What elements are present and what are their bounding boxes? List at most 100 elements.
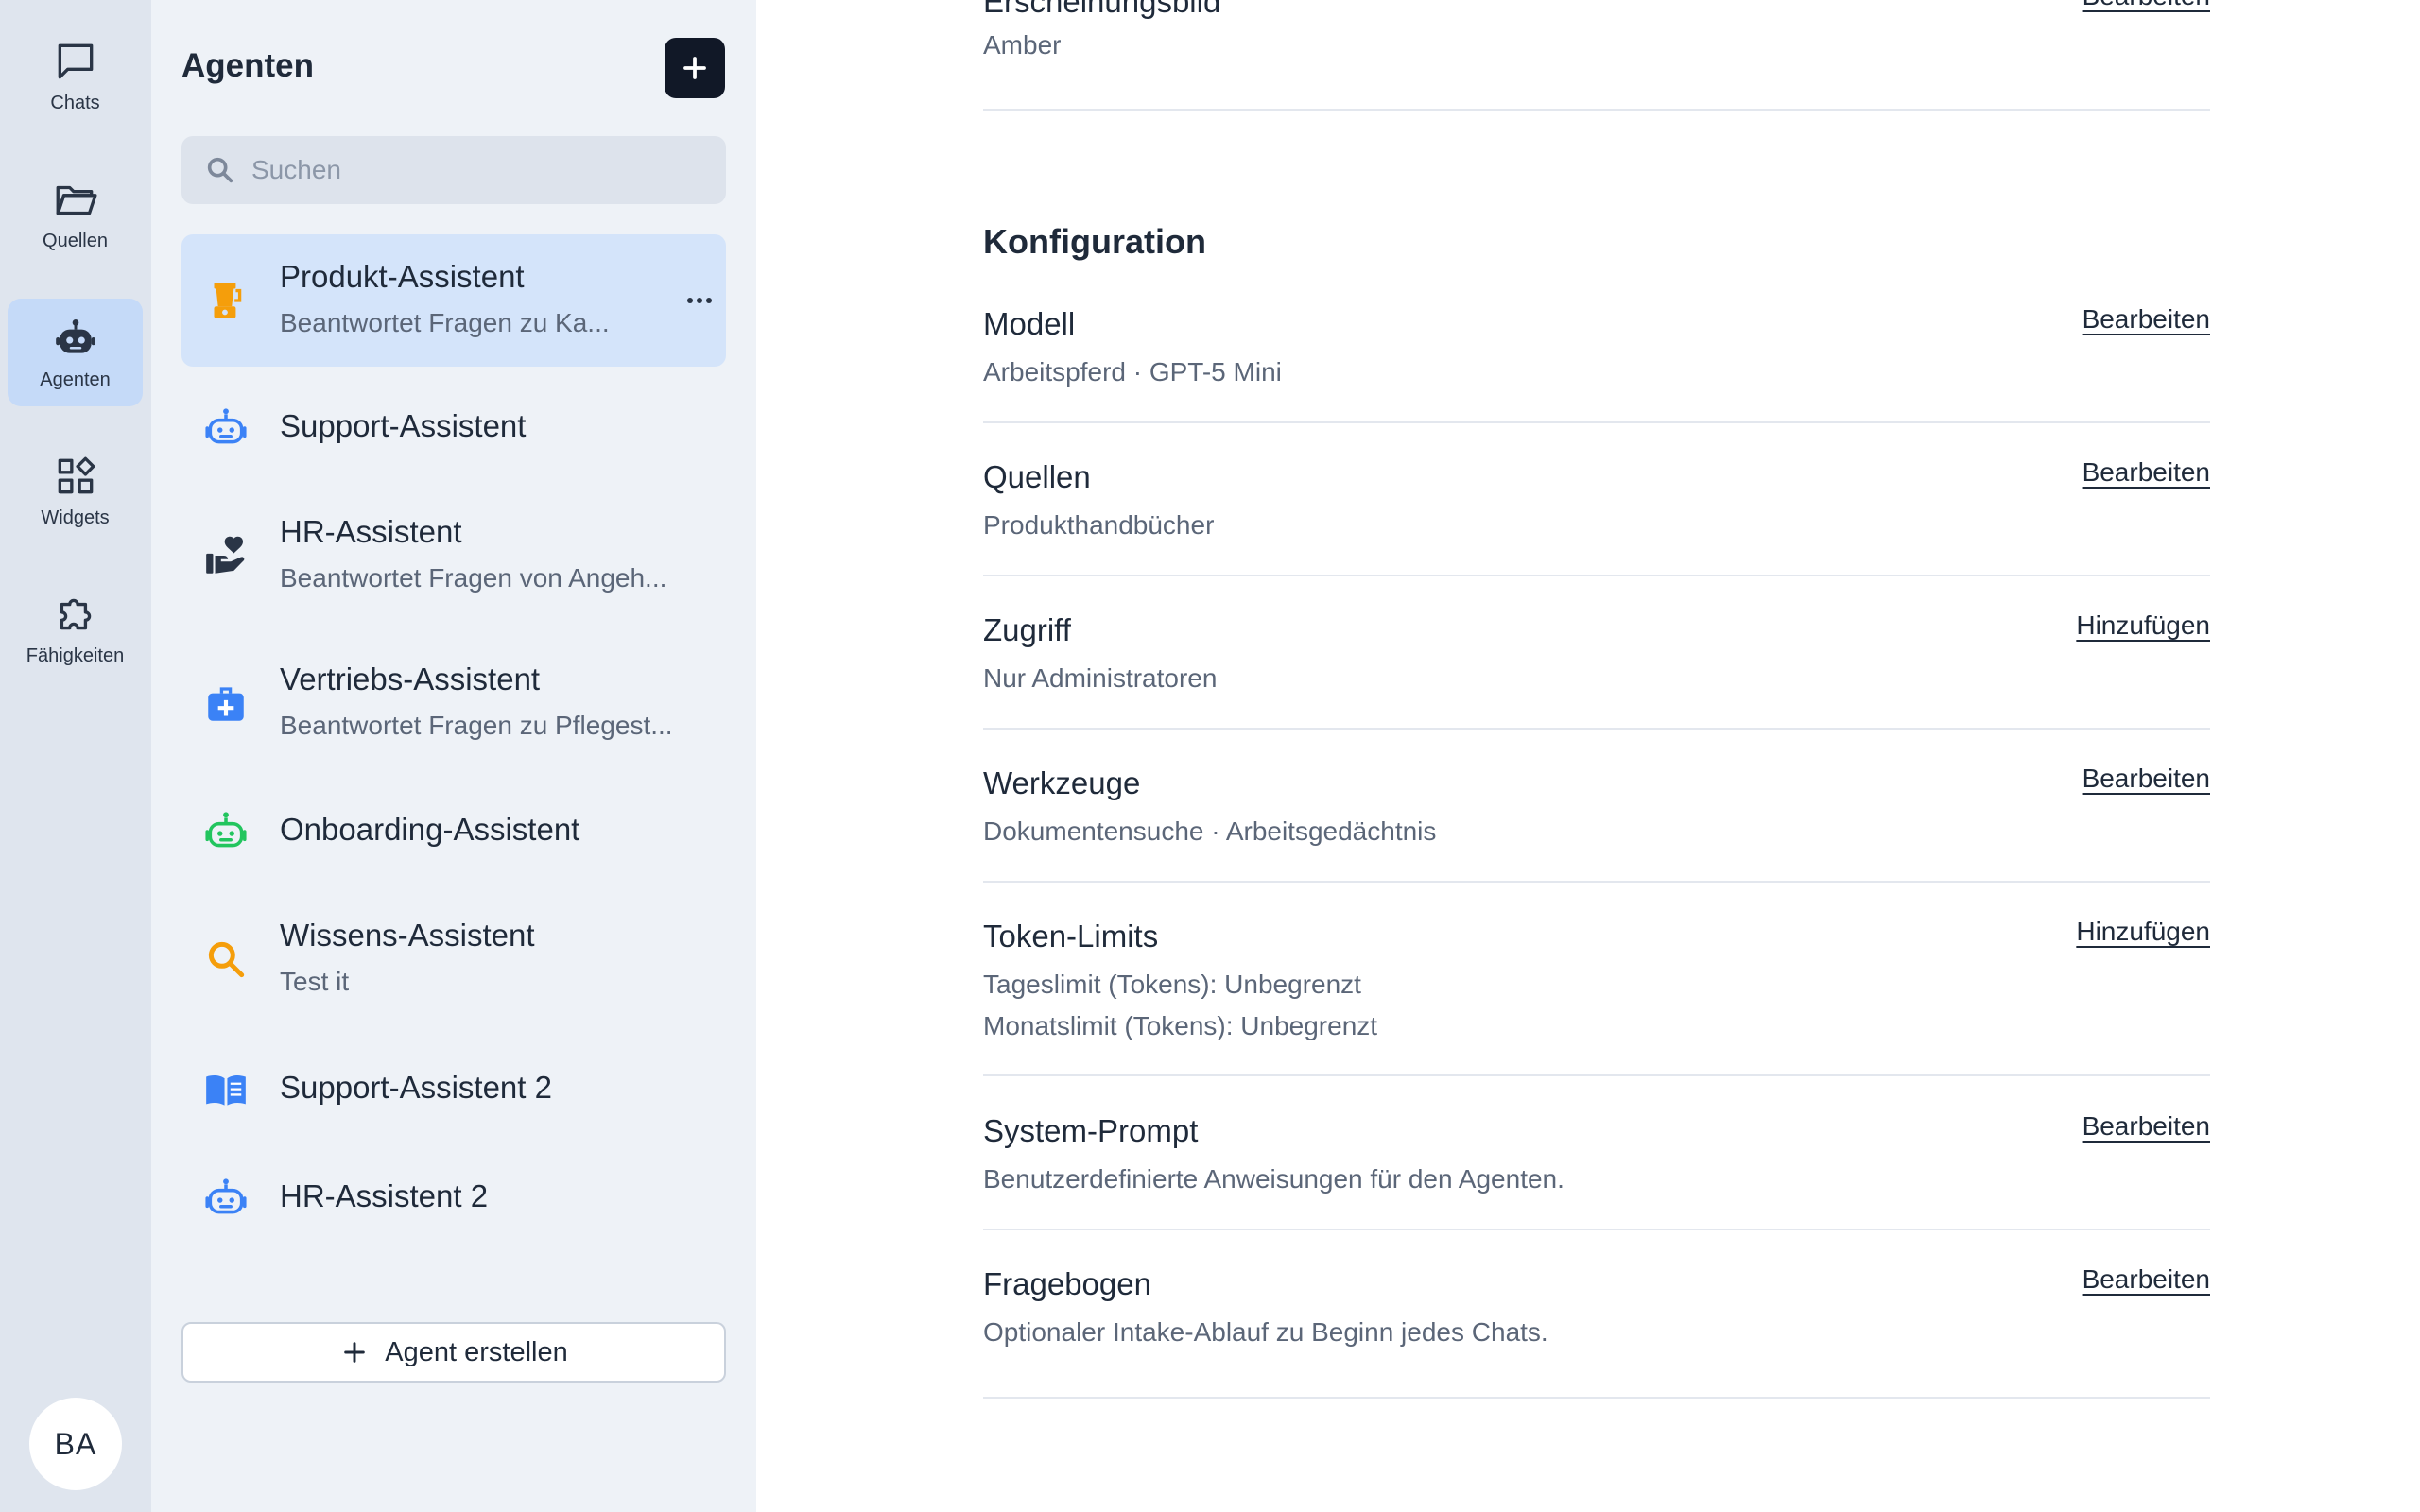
divider (983, 109, 2210, 111)
section-title: Konfiguration (983, 222, 1206, 261)
agent-search (182, 136, 726, 204)
plus-icon (344, 1342, 366, 1363)
rail-label: Widgets (41, 507, 110, 528)
agent-icon (202, 1066, 250, 1113)
agent-description: Beantwortet Fragen zu Ka... (280, 308, 610, 337)
search-icon (208, 941, 245, 978)
chat-icon (58, 43, 93, 78)
robot-icon (55, 318, 95, 353)
rail-label: Chats (50, 92, 100, 113)
row-value: Nur Administratoren (983, 663, 1218, 693)
agent-icon (202, 936, 250, 983)
agent-icon (202, 277, 250, 324)
search-input[interactable] (251, 155, 705, 185)
book-icon (206, 1075, 246, 1106)
agent-name: Support-Assistent (280, 408, 527, 443)
row-label: Werkzeuge (983, 765, 1141, 800)
agent-item-support-assistent[interactable]: Support-Assistent (182, 381, 726, 475)
agent-settings: Erscheinungsbild Bearbeiten Amber Konfig… (756, 0, 2420, 1512)
rail-label: Quellen (43, 230, 108, 251)
divider (983, 575, 2210, 576)
row-label: System-Prompt (983, 1113, 1199, 1148)
agent-name: Wissens-Assistent (280, 918, 535, 953)
row-value: Dokumentensuche · Arbeitsgedächtnis (983, 816, 1437, 846)
edit-sources-button[interactable]: Bearbeiten (2083, 457, 2210, 488)
row-label: Quellen (983, 459, 1091, 494)
row-label: Zugriff (983, 612, 1071, 647)
agent-item-hr-assistent[interactable]: HR-Assistent Beantwortet Fragen von Ange… (182, 490, 726, 622)
agent-icon (202, 1175, 250, 1222)
hand-heart-icon (206, 536, 245, 574)
agent-name: HR-Assistent 2 (280, 1178, 489, 1213)
robot-icon (205, 408, 247, 444)
row-value: Amber (983, 30, 1062, 60)
divider (983, 421, 2210, 423)
agent-item-support-assistent-2[interactable]: Support-Assistent 2 (182, 1042, 726, 1137)
row-label: Modell (983, 306, 1076, 341)
medical-bag-icon (208, 687, 244, 721)
rail-item-chats[interactable]: Chats (8, 22, 143, 129)
agent-icon (202, 679, 250, 727)
agents-panel: Agenten Produkt-Assistent Beantwortet Fr… (151, 0, 756, 1512)
agent-icon (202, 808, 250, 855)
rail-label: Fähigkeiten (26, 644, 125, 666)
add-agent-button[interactable] (665, 38, 725, 98)
agent-description: Beantwortet Fragen von Angeh... (280, 563, 667, 593)
row-label: Erscheinungsbild (983, 0, 1221, 19)
rail-label: Agenten (40, 369, 111, 390)
row-label: Fragebogen (983, 1266, 1151, 1301)
row-value: Benutzerdefinierte Anweisungen für den A… (983, 1164, 1564, 1194)
rail-item-faehigkeiten[interactable]: Fähigkeiten (8, 575, 143, 682)
robot-icon (205, 812, 247, 848)
divider (983, 1074, 2210, 1076)
agent-item-onboarding-assistent[interactable]: Onboarding-Assistent (182, 784, 726, 879)
more-dot (697, 298, 702, 303)
divider (983, 1228, 2210, 1230)
agent-name: Support-Assistent 2 (280, 1070, 552, 1105)
edit-system-prompt-button[interactable]: Bearbeiten (2083, 1111, 2210, 1142)
agent-description: Test it (280, 967, 350, 996)
divider (983, 881, 2210, 883)
create-agent-button[interactable]: Agent erstellen (182, 1322, 726, 1383)
row-value: Arbeitspferd · GPT-5 Mini (983, 357, 1282, 387)
row-value: Produkthandbücher (983, 510, 1215, 540)
agent-description: Beantwortet Fragen zu Pflegest... (280, 711, 673, 740)
app-rail: Chats Quellen Agenten Widgets Fähigkeite… (0, 0, 151, 1512)
agent-item-wissens-assistent[interactable]: Wissens-Assistent Test it (182, 893, 726, 1025)
user-avatar[interactable]: BA (29, 1398, 122, 1490)
folder-icon (56, 185, 97, 215)
robot-icon (205, 1178, 247, 1214)
edit-questionnaire-button[interactable]: Bearbeiten (2083, 1264, 2210, 1295)
row-value: Monatslimit (Tokens): Unbegrenzt (983, 1011, 1378, 1040)
rail-item-quellen[interactable]: Quellen (8, 160, 143, 267)
agent-name: HR-Assistent (280, 514, 462, 549)
rail-item-agenten[interactable]: Agenten (8, 299, 143, 406)
add-access-button[interactable]: Hinzufügen (2076, 610, 2210, 641)
agent-icon (202, 404, 250, 452)
more-dot (687, 298, 693, 303)
agent-item-hr-assistent-2[interactable]: HR-Assistent 2 (182, 1151, 726, 1246)
more-options-button[interactable] (681, 287, 718, 314)
edit-model-button[interactable]: Bearbeiten (2083, 304, 2210, 335)
row-value: Tageslimit (Tokens): Unbegrenzt (983, 970, 1361, 999)
agent-item-vertriebs-assistent[interactable]: Vertriebs-Assistent Beantwortet Fragen z… (182, 637, 726, 769)
add-token-limits-button[interactable]: Hinzufügen (2076, 917, 2210, 947)
row-label: Token-Limits (983, 919, 1159, 954)
widgets-icon (58, 456, 95, 493)
puzzle-icon (60, 598, 91, 629)
agent-icon (202, 532, 250, 579)
agent-name: Onboarding-Assistent (280, 812, 580, 847)
agent-name: Produkt-Assistent (280, 259, 525, 294)
edit-appearance-button[interactable]: Bearbeiten (2083, 0, 2210, 11)
divider (983, 728, 2210, 730)
panel-title: Agenten (182, 47, 314, 84)
divider (983, 1397, 2210, 1399)
create-agent-label: Agent erstellen (385, 1336, 568, 1367)
search-icon (207, 157, 233, 183)
rail-item-widgets[interactable]: Widgets (8, 437, 143, 544)
agent-name: Vertriebs-Assistent (280, 662, 541, 696)
agent-item-produkt-assistent[interactable]: Produkt-Assistent Beantwortet Fragen zu … (182, 234, 726, 367)
blender-icon (214, 283, 242, 318)
edit-tools-button[interactable]: Bearbeiten (2083, 764, 2210, 794)
more-dot (706, 298, 712, 303)
